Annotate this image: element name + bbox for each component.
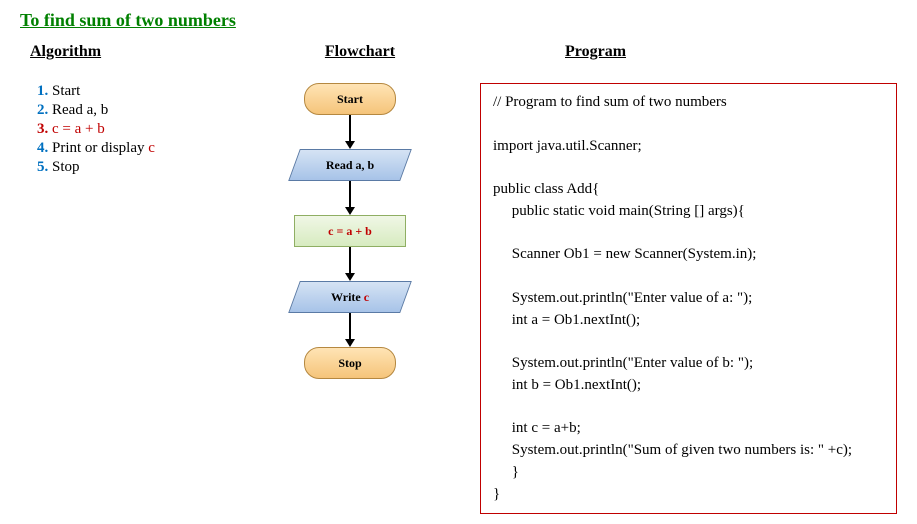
algorithm-list: Start Read a, b c = a + b Print or displ… <box>30 83 240 176</box>
flowchart-column: Flowchart Start Read a, b c = a + b Writ… <box>240 43 460 379</box>
arrow-icon <box>345 313 355 347</box>
flowchart: Start Read a, b c = a + b Write c Stop <box>294 83 406 379</box>
program-code: // Program to find sum of two numbers im… <box>480 83 897 514</box>
algorithm-heading: Algorithm <box>30 43 240 61</box>
arrow-icon <box>345 247 355 281</box>
algo-step-4-c: c <box>148 140 155 156</box>
flow-write-inner: Write c <box>295 282 405 312</box>
flow-read: Read a, b <box>288 149 412 181</box>
flow-process: c = a + b <box>294 215 406 247</box>
algo-step-5: Stop <box>52 159 240 176</box>
flow-read-text: Read a, b <box>295 150 405 180</box>
algo-step-4: Print or display c <box>52 140 240 157</box>
page-title: To find sum of two numbers <box>20 10 897 31</box>
algo-step-3-text: c = a + b <box>52 121 105 137</box>
flow-write-c: c <box>364 290 369 304</box>
flowchart-heading: Flowchart <box>260 43 460 61</box>
algorithm-column: Algorithm Start Read a, b c = a + b Prin… <box>20 43 240 178</box>
flow-write: Write c <box>288 281 412 313</box>
algo-step-2: Read a, b <box>52 102 240 119</box>
flow-stop: Stop <box>304 347 396 379</box>
arrow-icon <box>345 115 355 149</box>
algo-step-3: c = a + b <box>52 121 240 138</box>
flow-start: Start <box>304 83 396 115</box>
program-column: Program // Program to find sum of two nu… <box>460 43 897 514</box>
program-heading: Program <box>565 43 897 61</box>
algo-step-1: Start <box>52 83 240 100</box>
algo-step-4-pre: Print or display <box>52 140 148 156</box>
flow-write-pre: Write <box>331 290 364 304</box>
arrow-icon <box>345 181 355 215</box>
columns: Algorithm Start Read a, b c = a + b Prin… <box>20 43 897 514</box>
